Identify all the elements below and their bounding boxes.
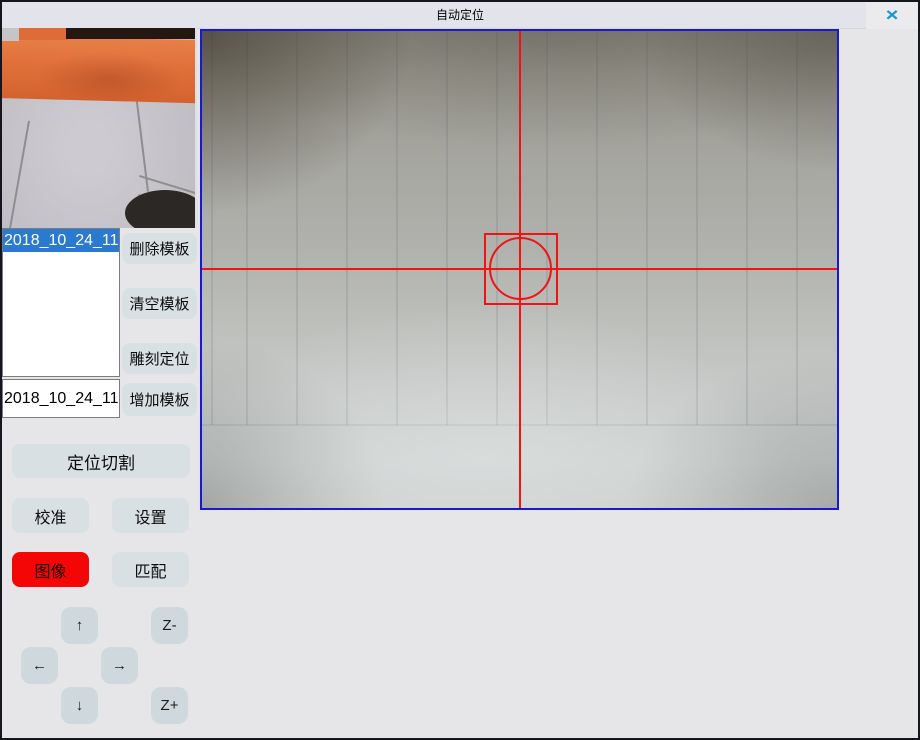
jog-left-button[interactable]: ← [21,647,58,684]
add-template-button[interactable]: 增加模板 [122,383,197,416]
camera-view[interactable] [200,29,839,510]
engrave-position-button[interactable]: 雕刻定位 [122,343,197,374]
template-list-item[interactable]: 2018_10_24_11 [3,229,119,252]
close-icon: × [886,4,899,25]
window-title: 自动定位 [2,2,918,29]
z-plus-button[interactable]: Z+ [151,687,188,724]
jog-down-button[interactable]: ↓ [61,687,98,724]
settings-button[interactable]: 设置 [112,498,189,533]
delete-template-button[interactable]: 删除模板 [122,233,197,264]
orange-board [2,35,197,103]
template-preview-image [2,28,197,228]
photo-top-orange [18,28,68,40]
titlebar: 自动定位 × [2,2,918,29]
image-button[interactable]: 图像 [12,552,89,587]
position-cut-button[interactable]: 定位切割 [12,444,190,478]
dark-object [125,190,197,228]
calibrate-button[interactable]: 校准 [12,498,89,533]
photo-top-gray-patch [2,28,19,41]
jog-right-button[interactable]: → [101,647,138,684]
close-button[interactable]: × [866,2,918,29]
jog-up-button[interactable]: ↑ [61,607,98,644]
z-minus-button[interactable]: Z- [151,607,188,644]
template-name-input[interactable] [2,379,120,418]
match-button[interactable]: 匹配 [112,552,189,587]
tile-grout-line [8,121,30,228]
photo-top-dark-bar [66,28,197,39]
template-list[interactable]: 2018_10_24_11 [2,228,120,377]
auto-position-window: 自动定位 × 2018_10_24_11 删除模板 清空模板 雕刻定位 增加模板… [0,0,920,740]
target-circle [489,237,552,300]
clear-templates-button[interactable]: 清空模板 [122,288,197,319]
